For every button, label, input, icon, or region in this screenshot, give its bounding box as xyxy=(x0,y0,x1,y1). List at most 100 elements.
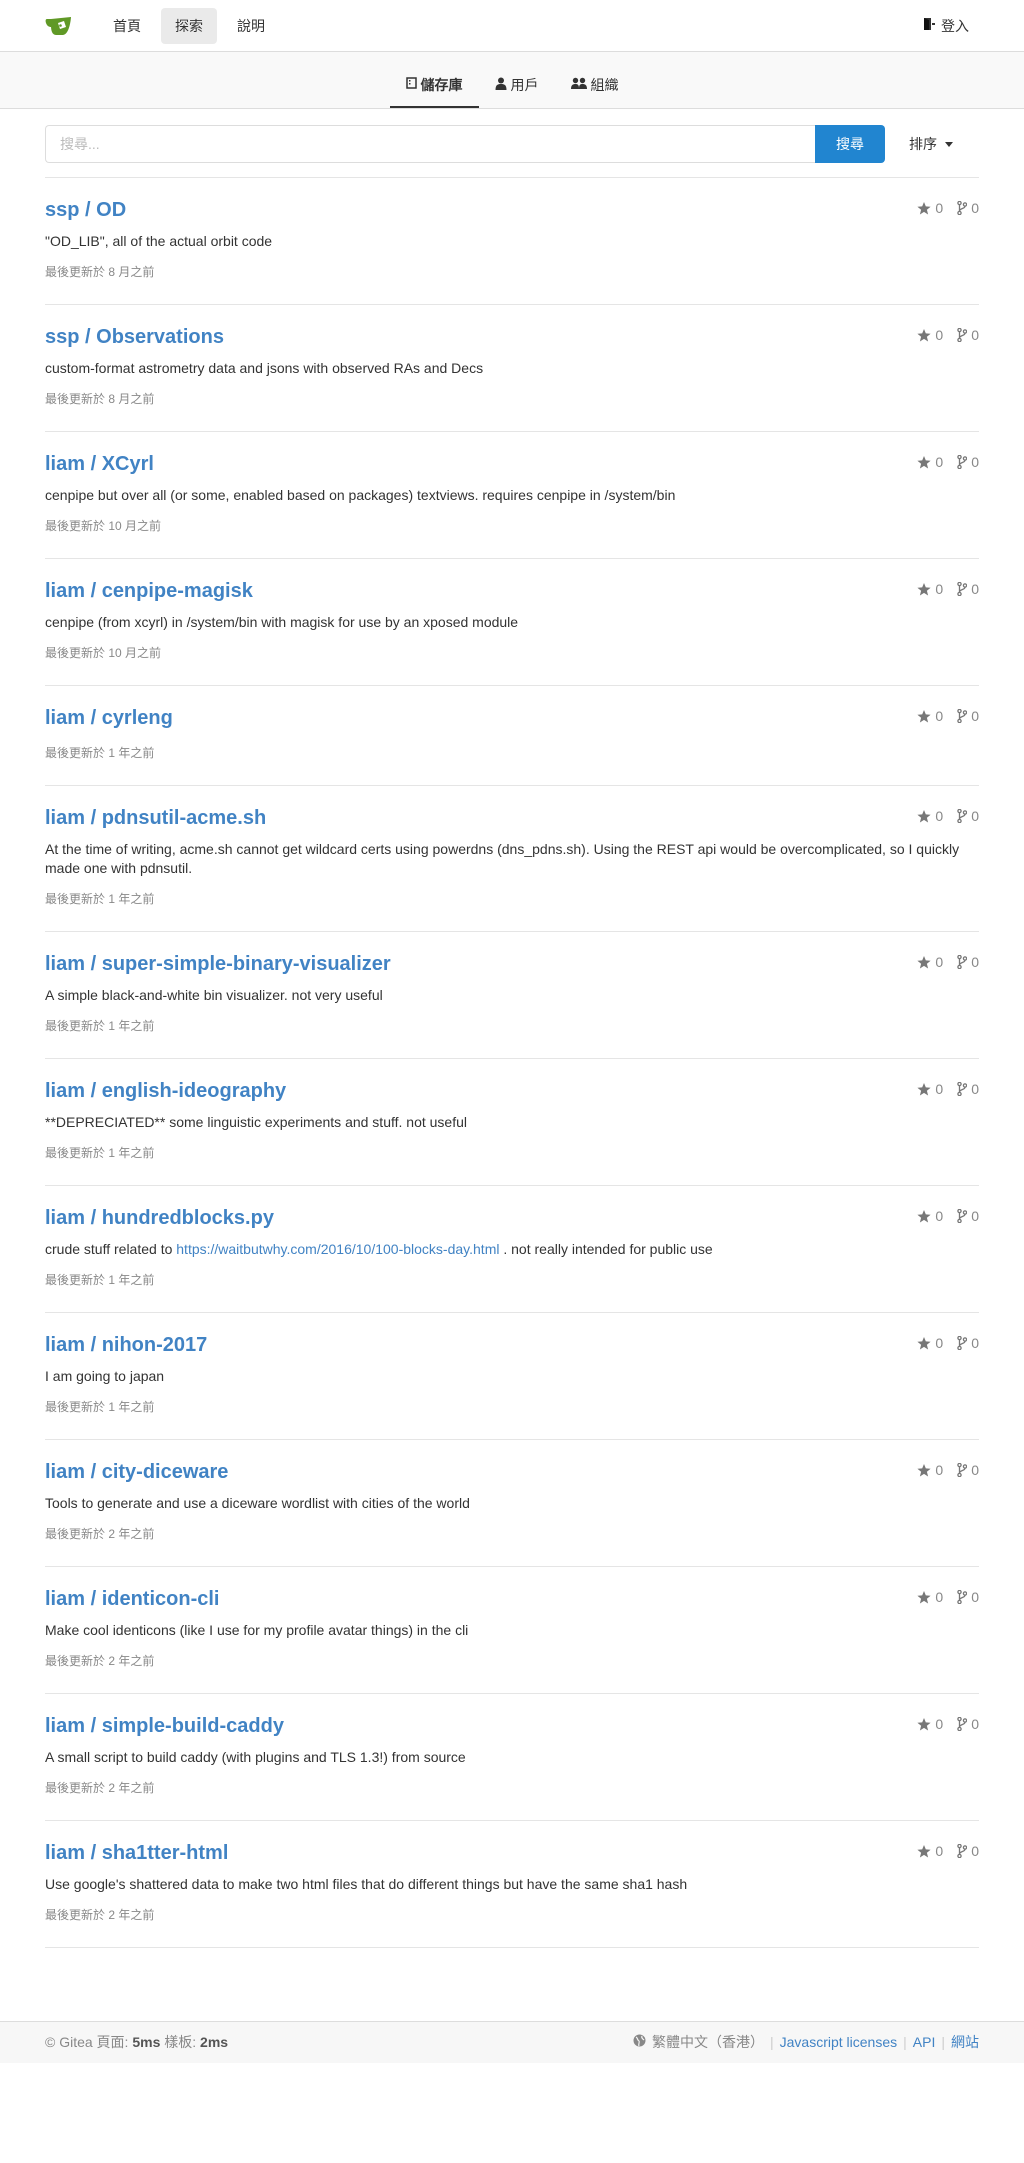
fork-icon xyxy=(957,201,968,215)
repo-item: 0 0 liam / pdnsutil-acme.sh At the time of … xyxy=(45,786,979,932)
fork-icon xyxy=(957,1209,968,1223)
repo-item: 0 0 liam / sha1tter-html Use google's shatt… xyxy=(45,1821,979,1948)
repo-updated-time: 最後更新於 1 年之前 xyxy=(45,1146,155,1160)
repo-stats: 00 xyxy=(917,808,979,824)
search-bar: 搜尋 排序 xyxy=(45,109,979,178)
repo-title-link[interactable]: liam / cenpipe-magisk xyxy=(45,580,253,602)
repo-stats: 00 xyxy=(917,200,979,216)
repo-updated-time: 最後更新於 1 年之前 xyxy=(45,1019,155,1033)
repo-updated-time: 最後更新於 1 年之前 xyxy=(45,892,155,906)
repo-title-link[interactable]: liam / sha1tter-html xyxy=(45,1842,228,1864)
top-navbar: 首頁 探索 說明 登入 xyxy=(0,0,1024,52)
repo-description: A simple black-and-white bin visualizer.… xyxy=(45,987,383,1003)
repo-title-link[interactable]: liam / city-diceware xyxy=(45,1461,228,1483)
repo-stats: 00 xyxy=(917,1716,979,1732)
repo-stats: 00 xyxy=(917,708,979,724)
login-link[interactable]: 登入 xyxy=(923,16,979,36)
repo-title-link[interactable]: liam / simple-build-caddy xyxy=(45,1715,284,1737)
repo-stats: 00 xyxy=(917,1335,979,1351)
tab-organizations[interactable]: 組織 xyxy=(555,76,635,108)
repo-updated-time: 最後更新於 2 年之前 xyxy=(45,1781,155,1795)
nav-explore[interactable]: 探索 xyxy=(161,7,217,44)
repo-title-link[interactable]: liam / pdnsutil-acme.sh xyxy=(45,807,266,829)
nav-help[interactable]: 說明 xyxy=(223,8,279,44)
repo-updated-time: 最後更新於 10 月之前 xyxy=(45,646,162,660)
language-menu[interactable]: 繁體中文（香港） xyxy=(633,2032,764,2052)
repo-stats: 00 xyxy=(917,1081,979,1097)
gitea-logo[interactable] xyxy=(45,11,75,41)
star-icon xyxy=(917,201,932,215)
star-count: 0 xyxy=(935,1843,944,1859)
search-button[interactable]: 搜尋 xyxy=(815,125,885,163)
fork-icon xyxy=(957,1844,968,1858)
sort-dropdown[interactable]: 排序 xyxy=(909,134,979,154)
tab-repositories-label: 儲存庫 xyxy=(420,77,463,93)
repo-title-link[interactable]: liam / XCyrl xyxy=(45,453,154,475)
template-time: 2ms xyxy=(200,2034,229,2050)
fork-icon xyxy=(957,1336,968,1350)
star-icon xyxy=(917,709,932,723)
star-count: 0 xyxy=(935,1462,944,1478)
star-icon xyxy=(917,1844,932,1858)
tab-organizations-label: 組織 xyxy=(590,77,619,93)
tab-repositories[interactable]: 儲存庫 xyxy=(389,76,479,108)
repo-updated-time: 最後更新於 1 年之前 xyxy=(45,746,155,760)
person-icon xyxy=(495,77,507,93)
star-count: 0 xyxy=(935,1335,944,1351)
fork-icon xyxy=(957,1463,968,1477)
star-count: 0 xyxy=(935,708,944,724)
website-link[interactable]: 網站 xyxy=(951,2032,979,2052)
javascript-licenses-link[interactable]: Javascript licenses xyxy=(780,2034,898,2050)
repo-title-link[interactable]: liam / hundredblocks.py xyxy=(45,1207,274,1229)
repo-title-link[interactable]: ssp / OD xyxy=(45,199,126,221)
repo-item: 0 0 liam / super-simple-binary-visualizer A… xyxy=(45,932,979,1059)
fork-icon xyxy=(957,455,968,469)
repo-description: Make cool identicons (like I use for my … xyxy=(45,1622,469,1638)
fork-count: 0 xyxy=(971,581,979,597)
repo-title-link[interactable]: liam / nihon-2017 xyxy=(45,1334,207,1356)
star-count: 0 xyxy=(935,327,944,343)
language-label: 繁體中文（香港） xyxy=(652,2034,764,2050)
fork-icon xyxy=(957,582,968,596)
repo-updated-time: 最後更新於 8 月之前 xyxy=(45,265,155,279)
repo-description: custom-format astrometry data and jsons … xyxy=(45,360,484,376)
star-icon xyxy=(917,1717,932,1731)
tab-users-label: 用戶 xyxy=(510,77,539,93)
page-time: 5ms xyxy=(132,2034,161,2050)
repo-updated-time: 最後更新於 2 年之前 xyxy=(45,1654,155,1668)
repo-updated-time: 最後更新於 1 年之前 xyxy=(45,1273,155,1287)
fork-icon xyxy=(957,1082,968,1096)
tab-users[interactable]: 用戶 xyxy=(479,76,555,108)
fork-icon xyxy=(957,1590,968,1604)
fork-count: 0 xyxy=(971,954,979,970)
fork-count: 0 xyxy=(971,327,979,343)
star-icon xyxy=(917,1590,932,1604)
fork-count: 0 xyxy=(971,1081,979,1097)
repo-description: crude stuff related to https://waitbutwh… xyxy=(45,1241,713,1257)
star-count: 0 xyxy=(935,200,944,216)
caret-down-icon xyxy=(945,141,953,147)
star-icon xyxy=(917,582,932,596)
repo-item: 0 0 ssp / OD "OD_LIB", all of the actual or… xyxy=(45,178,979,305)
fork-icon xyxy=(957,955,968,969)
fork-icon xyxy=(957,1717,968,1731)
fork-count: 0 xyxy=(971,1716,979,1732)
repo-item: 0 0 liam / city-diceware Tools to generate … xyxy=(45,1440,979,1567)
repo-title-link[interactable]: liam / cyrleng xyxy=(45,707,173,729)
fork-count: 0 xyxy=(971,1589,979,1605)
fork-count: 0 xyxy=(971,454,979,470)
repo-description-link[interactable]: https://waitbutwhy.com/2016/10/100-block… xyxy=(176,1241,499,1257)
repo-title-link[interactable]: liam / english-ideography xyxy=(45,1080,286,1102)
search-input[interactable] xyxy=(45,125,815,163)
repo-title-link[interactable]: liam / identicon-cli xyxy=(45,1588,219,1610)
repo-title-link[interactable]: ssp / Observations xyxy=(45,326,224,348)
star-count: 0 xyxy=(935,954,944,970)
star-icon xyxy=(917,1463,932,1477)
repo-stats: 00 xyxy=(917,581,979,597)
repo-description: Tools to generate and use a diceware wor… xyxy=(45,1495,470,1511)
repo-item: 0 0 liam / english-ideography **DEPRECIATED… xyxy=(45,1059,979,1186)
nav-home[interactable]: 首頁 xyxy=(99,8,155,44)
fork-icon xyxy=(957,709,968,723)
repo-title-link[interactable]: liam / super-simple-binary-visualizer xyxy=(45,953,391,975)
api-link[interactable]: API xyxy=(913,2034,936,2050)
